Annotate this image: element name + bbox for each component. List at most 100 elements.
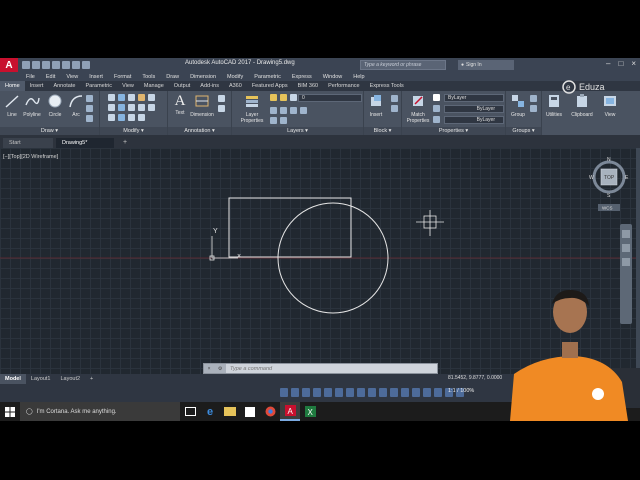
- close-command-icon[interactable]: ×: [208, 366, 211, 372]
- layers-group-title[interactable]: Layers ▾: [232, 127, 363, 135]
- ungroup-icon[interactable]: [530, 95, 537, 102]
- menu-dimension[interactable]: Dimension: [190, 74, 216, 80]
- trim-icon[interactable]: [128, 94, 135, 101]
- menu-file[interactable]: File: [26, 74, 35, 80]
- task-view-icon[interactable]: [180, 402, 200, 421]
- erase-icon[interactable]: [138, 94, 145, 101]
- array-icon[interactable]: [128, 114, 135, 121]
- sun-icon[interactable]: [280, 94, 287, 101]
- layer-lock-icon[interactable]: [300, 107, 307, 114]
- isodraft-icon[interactable]: [335, 388, 343, 397]
- boundary-icon[interactable]: [86, 115, 93, 122]
- menu-parametric[interactable]: Parametric: [254, 74, 281, 80]
- minimize-icon[interactable]: –: [606, 59, 610, 68]
- tab-manage[interactable]: Manage: [139, 81, 169, 91]
- tab-annotate[interactable]: Annotate: [48, 81, 80, 91]
- lineweight-toggle-icon[interactable]: [368, 388, 376, 397]
- file-tab-drawing5[interactable]: Drawing5*: [56, 138, 114, 148]
- fillet-icon[interactable]: [128, 104, 135, 111]
- redo-icon[interactable]: [82, 61, 90, 69]
- menu-modify[interactable]: Modify: [227, 74, 243, 80]
- menu-insert[interactable]: Insert: [89, 74, 103, 80]
- annotation-visibility-icon[interactable]: [412, 388, 420, 397]
- view-tool[interactable]: View: [598, 93, 622, 118]
- layer-isolate-icon[interactable]: [280, 107, 287, 114]
- excel-icon[interactable]: X: [300, 402, 320, 421]
- open-icon[interactable]: [32, 61, 40, 69]
- autocad-taskbar-icon[interactable]: A: [280, 402, 300, 421]
- save-icon[interactable]: [42, 61, 50, 69]
- menu-help[interactable]: Help: [353, 74, 364, 80]
- lineweight-icon[interactable]: [433, 105, 440, 112]
- bulb-icon[interactable]: [270, 94, 277, 101]
- menu-edit[interactable]: Edit: [46, 74, 55, 80]
- store-icon[interactable]: [240, 402, 260, 421]
- utilities-tool[interactable]: Utilities: [542, 93, 566, 118]
- linetype-icon[interactable]: [433, 116, 440, 123]
- color-dropdown[interactable]: ByLayer: [444, 94, 504, 102]
- new-tab-button[interactable]: +: [117, 138, 133, 148]
- tab-view[interactable]: View: [117, 81, 139, 91]
- scale-icon[interactable]: [118, 114, 125, 121]
- match-properties-tool[interactable]: Match Properties: [404, 93, 432, 124]
- tab-layout1[interactable]: Layout1: [26, 374, 56, 384]
- units-icon[interactable]: [434, 388, 442, 397]
- object-snap-tracking-icon[interactable]: [346, 388, 354, 397]
- tab-parametric[interactable]: Parametric: [80, 81, 117, 91]
- save-as-icon[interactable]: [52, 61, 60, 69]
- workspace-icon[interactable]: [423, 388, 431, 397]
- arc-tool[interactable]: Arc: [64, 93, 88, 118]
- match-layer-icon[interactable]: [280, 117, 287, 124]
- rectangle-icon[interactable]: [86, 95, 93, 102]
- tab-express-tools[interactable]: Express Tools: [365, 81, 409, 91]
- modify-group-title[interactable]: Modify ▾: [100, 127, 167, 135]
- model-space-icon[interactable]: [280, 388, 288, 397]
- snap-icon[interactable]: [302, 388, 310, 397]
- chrome-icon[interactable]: [260, 402, 280, 421]
- group-tool[interactable]: Group: [506, 93, 530, 118]
- edge-browser-icon[interactable]: e: [200, 402, 220, 421]
- help-search-input[interactable]: Type a keyword or phrase: [360, 60, 446, 70]
- menu-tools[interactable]: Tools: [142, 74, 155, 80]
- layer-freeze-icon[interactable]: [290, 107, 297, 114]
- tab-output[interactable]: Output: [169, 81, 196, 91]
- layer-off-icon[interactable]: [270, 107, 277, 114]
- create-block-icon[interactable]: [391, 95, 398, 102]
- viewcube[interactable]: TOP N S E W WCS: [589, 157, 629, 211]
- move-icon[interactable]: [108, 94, 115, 101]
- dimension-tool[interactable]: Dimension: [190, 93, 214, 118]
- layer-properties-tool[interactable]: Layer Properties: [238, 93, 266, 124]
- clipboard-tool[interactable]: Clipboard: [570, 93, 594, 118]
- annotation-scale-readout[interactable]: 1:1 / 100%: [448, 388, 474, 394]
- tab-performance[interactable]: Performance: [323, 81, 365, 91]
- object-snap-icon[interactable]: [357, 388, 365, 397]
- draw-group-title[interactable]: Draw ▾: [0, 127, 99, 135]
- command-input[interactable]: [226, 364, 437, 373]
- color-swatch-icon[interactable]: [433, 94, 440, 101]
- copy-icon[interactable]: [108, 104, 115, 111]
- tab-layout2[interactable]: Layout2: [55, 374, 85, 384]
- ortho-icon[interactable]: [313, 388, 321, 397]
- current-layer-dropdown[interactable]: 0: [298, 94, 362, 102]
- drawn-rectangle[interactable]: [228, 197, 352, 258]
- windows-start-icon[interactable]: [0, 402, 20, 421]
- group-edit-icon[interactable]: [530, 105, 537, 112]
- tab-home[interactable]: Home: [0, 81, 25, 91]
- insert-block-tool[interactable]: Insert: [364, 93, 388, 118]
- menu-express[interactable]: Express: [292, 74, 312, 80]
- lock-icon[interactable]: [290, 94, 297, 101]
- autocad-logo-icon[interactable]: A: [0, 58, 18, 72]
- annotation-group-title[interactable]: Annotation ▾: [168, 127, 231, 135]
- undo-icon[interactable]: [72, 61, 80, 69]
- mirror-icon[interactable]: [118, 104, 125, 111]
- selection-cycling-icon[interactable]: [390, 388, 398, 397]
- menu-format[interactable]: Format: [114, 74, 131, 80]
- annotation-scale-icon[interactable]: [401, 388, 409, 397]
- sign-in-button[interactable]: ● Sign In: [458, 60, 514, 70]
- explode-icon[interactable]: [148, 94, 155, 101]
- grid-icon[interactable]: [291, 388, 299, 397]
- add-layout-button[interactable]: +: [85, 374, 98, 384]
- menu-draw[interactable]: Draw: [166, 74, 179, 80]
- plot-icon[interactable]: [62, 61, 70, 69]
- wrench-icon[interactable]: ⚙: [218, 366, 222, 372]
